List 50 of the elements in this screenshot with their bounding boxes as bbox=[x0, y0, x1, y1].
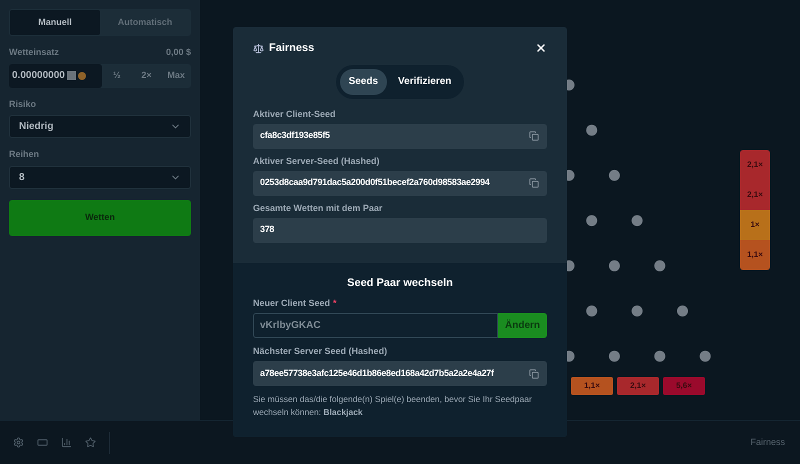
required-mark: * bbox=[333, 298, 337, 309]
field-value: 0253d8caa9d791dac5a200d0f51becef2a760d98583ae2994 bbox=[260, 176, 491, 190]
risk-value: Niedrig bbox=[19, 120, 54, 134]
field-value: a78ee57738e3afc125e46d1b86e8ed168a42d7b5a2a2e4a27f bbox=[260, 366, 495, 380]
currency-icon bbox=[66, 71, 76, 80]
chart-icon[interactable] bbox=[61, 437, 72, 448]
result-history-item: 2,1× bbox=[740, 180, 770, 210]
field-value: cfa8c3df193e85f5 bbox=[260, 129, 331, 142]
bet-value: 0.00000000 bbox=[12, 69, 65, 83]
screen-icon[interactable] bbox=[37, 437, 48, 448]
modal-tab[interactable]: Verifizieren bbox=[389, 68, 460, 94]
input-value: vKrlbyGKAC bbox=[260, 319, 321, 333]
modal-title: Fairness bbox=[269, 41, 314, 56]
client-seed-input[interactable]: vKrlbyGKAC bbox=[253, 313, 498, 338]
field-label: Aktiver Client-Seed bbox=[253, 108, 337, 120]
rows-select[interactable]: 8 bbox=[9, 166, 191, 188]
risk-select[interactable]: Niedrig bbox=[9, 115, 191, 138]
notice-text: Sie müssen das/die folgende(n) Spiel(e) beenden, bevor Sie Ihr Seedpaar wechseln können: Blackjack bbox=[253, 393, 533, 419]
field-label: Neuer Client Seed bbox=[253, 298, 330, 309]
field-label: Nächster Server Seed (Hashed) bbox=[253, 346, 388, 357]
multiplier-bucket: 5,6× bbox=[663, 377, 705, 395]
seed-field[interactable]: a78ee57738e3afc125e46d1b86e8ed168a42d7b5a2a2e4a27f bbox=[253, 361, 547, 386]
bet-input[interactable]: 0.00000000 bbox=[9, 64, 102, 88]
risk-label: Risiko bbox=[9, 98, 38, 110]
seed-field[interactable]: 378 bbox=[253, 218, 547, 242]
rows-value: 8 bbox=[19, 170, 25, 184]
close-icon[interactable] bbox=[535, 42, 547, 54]
multiplier-bucket: 2,1× bbox=[617, 377, 659, 395]
result-history-item: 2,1× bbox=[740, 150, 770, 180]
copy-icon[interactable] bbox=[529, 178, 539, 188]
star-icon[interactable] bbox=[85, 437, 96, 448]
modal-tab[interactable]: Seeds bbox=[340, 68, 388, 94]
coin-icon bbox=[78, 72, 86, 80]
field-label: Gesamte Wetten mit dem Paar bbox=[253, 202, 384, 214]
result-history-item: 1× bbox=[740, 210, 770, 240]
multiplier-bucket: 1,1× bbox=[571, 377, 613, 395]
field-label: Aktiver Server-Seed (Hashed) bbox=[253, 156, 381, 166]
bet-label: Wetteinsatz bbox=[9, 46, 59, 59]
section-heading: Seed Paar wechseln bbox=[346, 276, 454, 290]
field-value: 378 bbox=[260, 223, 276, 236]
copy-icon[interactable] bbox=[529, 131, 539, 141]
copy-icon[interactable] bbox=[529, 368, 539, 378]
bet-amount: 0,00 $ bbox=[166, 46, 191, 59]
settings-icon[interactable] bbox=[13, 437, 24, 448]
seed-field[interactable]: 0253d8caa9d791dac5a200d0f51becef2a760d98583ae2994 bbox=[253, 170, 547, 196]
result-history-item: 1,1× bbox=[740, 240, 770, 270]
seed-field[interactable]: cfa8c3df193e85f5 bbox=[253, 124, 547, 148]
rows-label: Reihen bbox=[9, 148, 40, 161]
scale-icon bbox=[253, 42, 264, 54]
mode-tab[interactable]: Manuell bbox=[10, 10, 100, 35]
